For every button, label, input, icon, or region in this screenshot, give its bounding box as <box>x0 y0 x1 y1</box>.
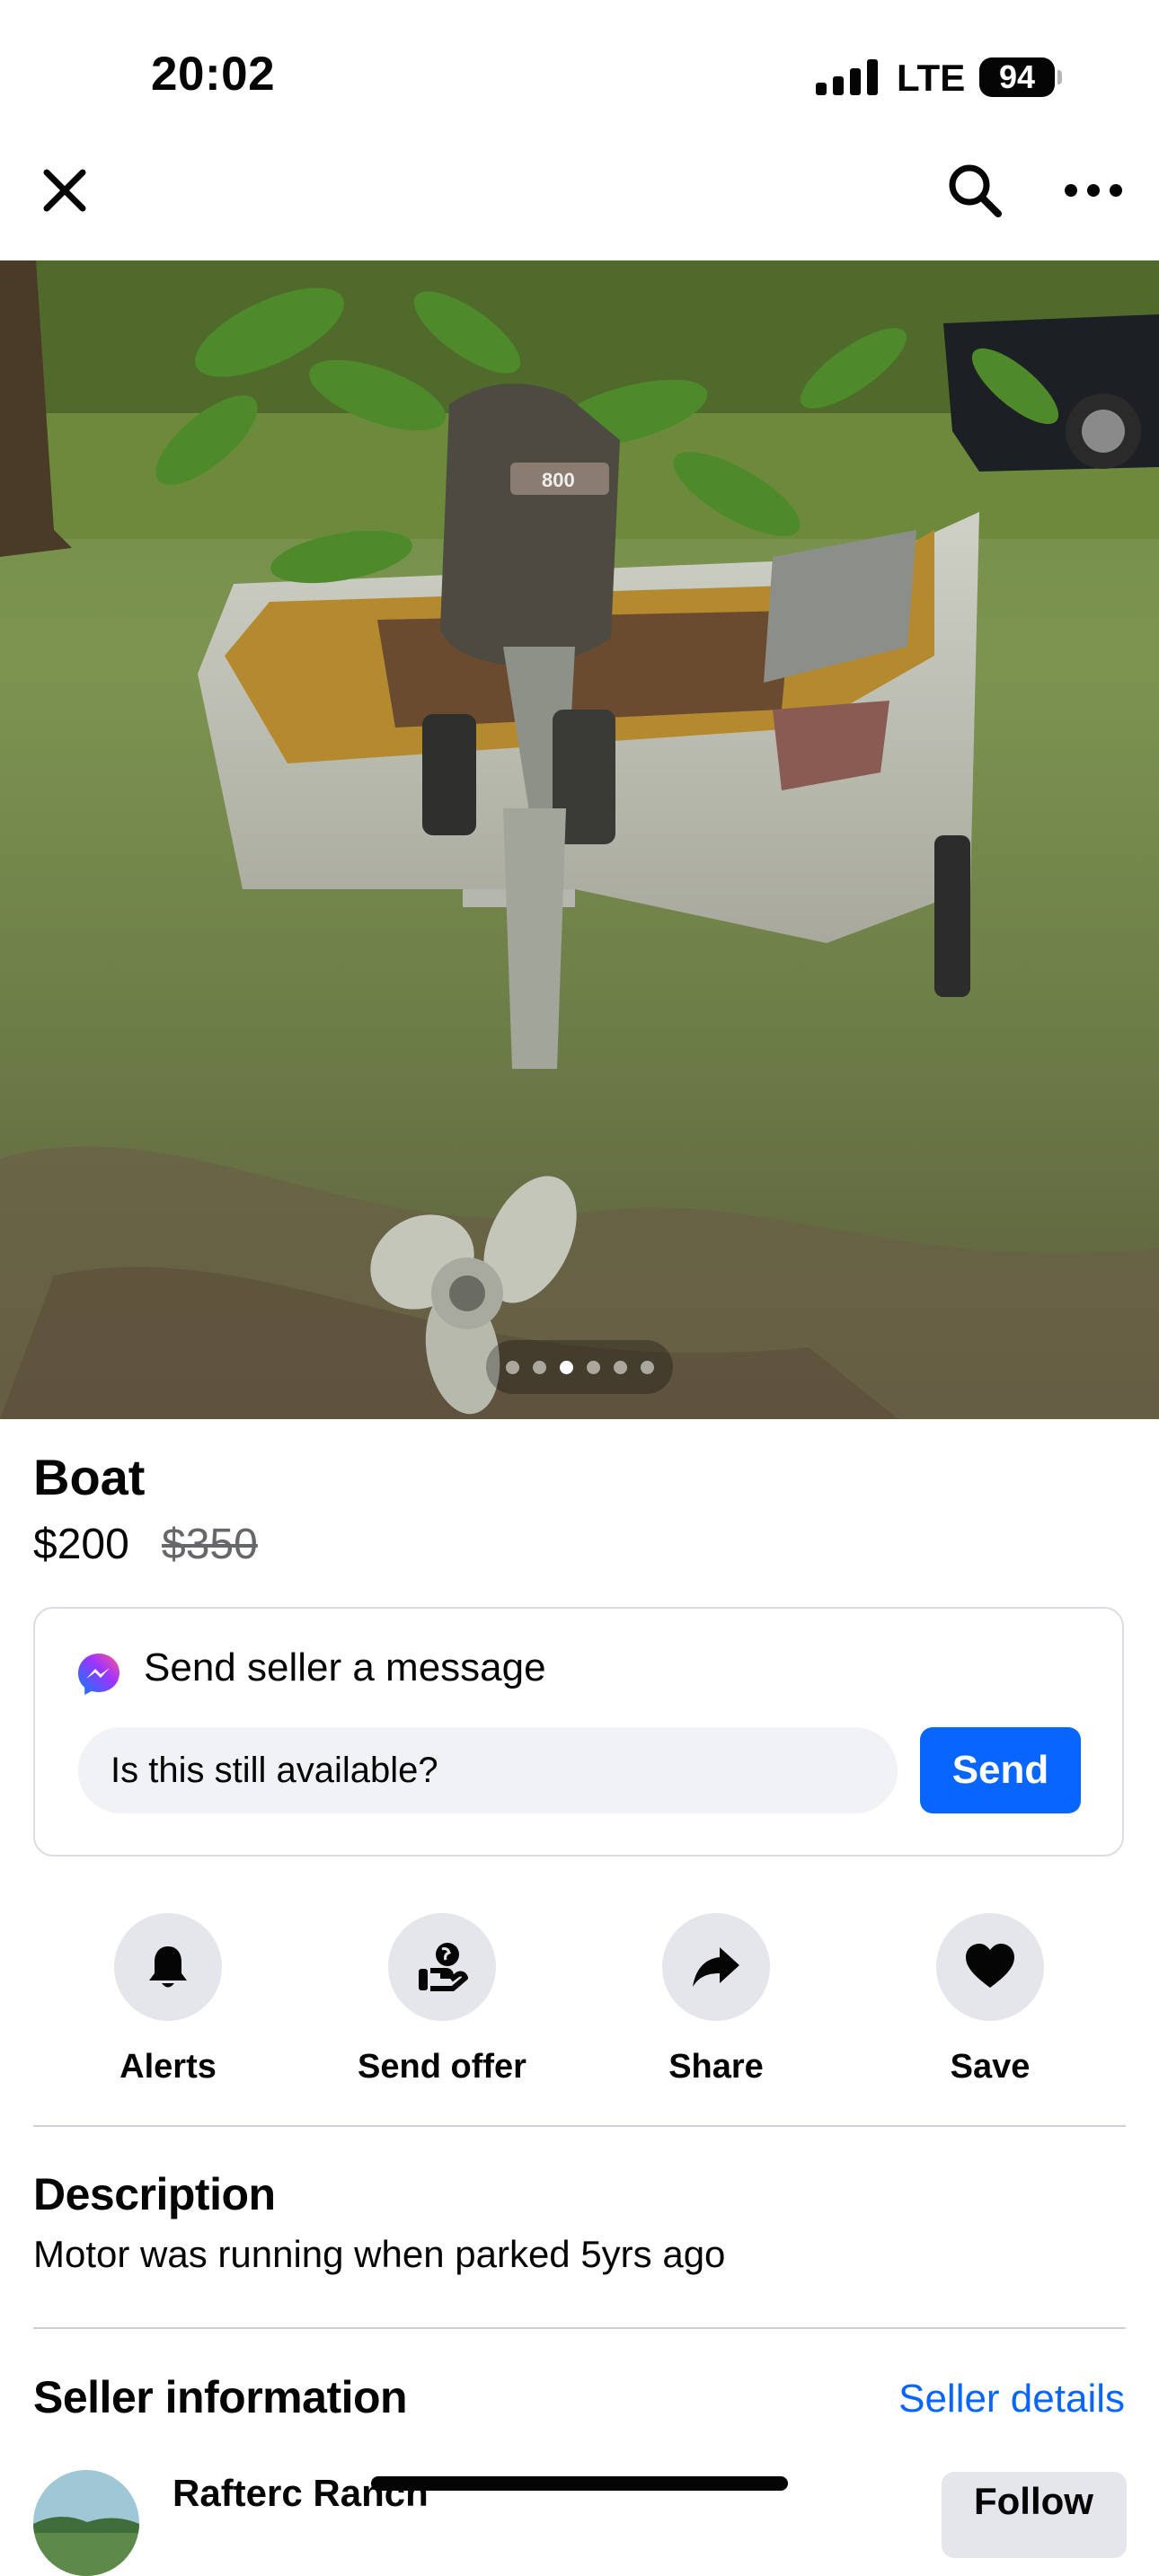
close-icon <box>43 169 86 212</box>
messenger-icon <box>78 1654 119 1695</box>
network-type: LTE <box>897 57 966 99</box>
send-offer-label: Send offer <box>358 2048 526 2086</box>
pagination-dot <box>613 1360 627 1374</box>
pagination-dot <box>586 1360 600 1374</box>
close-button[interactable] <box>29 154 101 226</box>
status-time: 20:02 <box>151 48 276 101</box>
photo-pagination[interactable] <box>486 1340 673 1394</box>
pagination-dot <box>559 1360 573 1374</box>
divider <box>33 2125 1126 2127</box>
battery-icon: 94 <box>979 57 1055 97</box>
more-options-button[interactable] <box>1056 154 1131 226</box>
message-input[interactable] <box>78 1727 898 1813</box>
pagination-dot <box>640 1360 654 1374</box>
battery-tip <box>1057 70 1062 84</box>
seller-avatar[interactable] <box>33 2470 139 2576</box>
share-button[interactable]: Share <box>599 1913 833 2086</box>
alerts-icon-circle <box>114 1913 222 2021</box>
more-icon <box>1065 184 1122 197</box>
send-offer-button[interactable]: Send offer <box>325 1913 559 2086</box>
offer-icon <box>419 1943 468 1991</box>
message-heading: Send seller a message <box>144 1645 546 1689</box>
share-icon <box>693 1947 739 1987</box>
pagination-dot <box>532 1360 546 1374</box>
bell-icon <box>149 1946 187 1988</box>
save-icon-circle <box>936 1913 1044 2021</box>
search-icon <box>949 164 1002 217</box>
alerts-label: Alerts <box>119 2048 217 2086</box>
divider <box>33 2327 1126 2329</box>
pagination-dot <box>505 1360 519 1374</box>
description-heading: Description <box>33 2169 276 2219</box>
motor-badge: 800 <box>542 469 575 491</box>
seller-details-link[interactable]: Seller details <box>898 2377 1125 2422</box>
follow-button[interactable]: Follow <box>942 2472 1127 2558</box>
boat-photo: 800 <box>0 260 1159 1419</box>
listing-price: $200 <box>33 1521 129 1568</box>
listing-photo[interactable]: 800 <box>0 260 1159 1419</box>
description-text: Motor was running when parked 5yrs ago <box>33 2233 726 2275</box>
save-button[interactable]: Save <box>873 1913 1107 2086</box>
battery-level: 94 <box>998 58 1036 95</box>
alerts-button[interactable]: Alerts <box>51 1913 285 2086</box>
save-label: Save <box>950 2048 1031 2086</box>
share-icon-circle <box>662 1913 770 2021</box>
seller-info-heading: Seller information <box>33 2372 408 2422</box>
cellular-signal-icon <box>816 59 879 95</box>
avatar-image <box>33 2470 139 2576</box>
share-label: Share <box>668 2048 764 2086</box>
listing-title: Boat <box>33 1449 146 1505</box>
home-indicator[interactable] <box>371 2476 788 2491</box>
send-offer-icon-circle <box>388 1913 496 2021</box>
heart-icon <box>966 1944 1014 1988</box>
send-button[interactable]: Send <box>920 1727 1081 1813</box>
original-price: $350 <box>162 1521 258 1568</box>
search-button[interactable] <box>939 154 1011 226</box>
